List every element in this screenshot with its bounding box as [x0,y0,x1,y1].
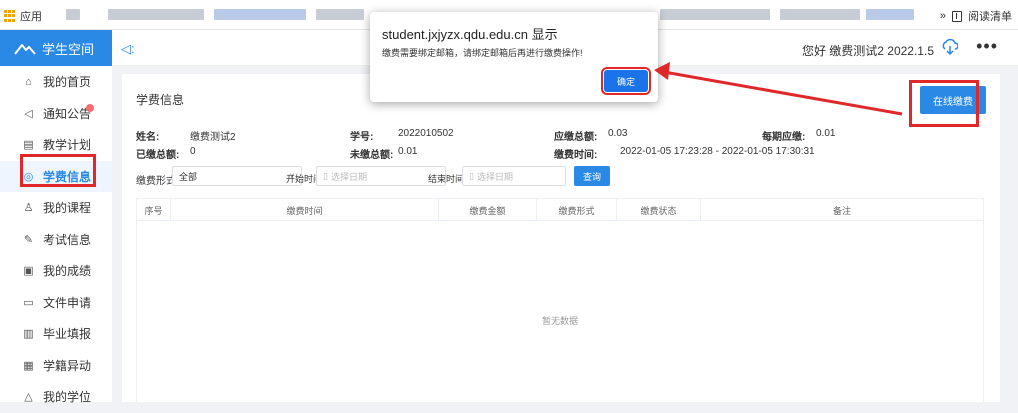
apps-label: 应用 [20,11,42,23]
payment-records-table: 序号 缴费时间 缴费金额 缴费形式 缴费状态 备注 暂无数据 [136,198,984,402]
plan-icon: ▤ [23,139,34,152]
student-id-label: 学号: [350,132,374,143]
calendar-icon: ▯ [469,170,474,181]
column-header: 备注 [832,205,851,216]
alert-dialog: student.jxjyzx.qdu.edu.cn 显示 缴费需要绑定邮箱，请绑… [370,12,658,102]
column-header: 缴费形式 [537,199,617,221]
user-greeting[interactable]: 您好 缴费测试2 2022.1.5 [802,42,934,59]
student-id-value: 2022010502 [398,128,454,139]
bookmark-item[interactable] [866,9,914,20]
name-value: 缴费测试2 [190,132,236,143]
dialog-host-title: student.jxjyzx.qdu.edu.cn 显示 [382,27,558,42]
apps-shortcut[interactable]: 应用 [4,8,42,24]
score-icon: ▣ [23,265,34,278]
total-due-value: 0.03 [608,128,628,139]
end-date-placeholder: 选择日期 [476,171,513,182]
menu-collapse-icon[interactable]: ◁: [121,41,135,57]
sidebar-item-label: 毕业填报 [43,327,92,342]
sidebar-item-graduation[interactable]: ▥ 毕业填报 [0,318,112,350]
sidebar-item-home[interactable]: ⌂ 我的首页 [0,66,112,98]
sidebar-item-status[interactable]: ▦ 学籍异动 [0,350,112,382]
payment-time-value: 2022-01-05 17:23:28 - 2022-01-05 17:30:3… [620,146,815,157]
exam-icon: ✎ [23,233,34,246]
column-header: 序号 [137,199,171,221]
bookmark-item[interactable] [66,9,80,20]
total-due-label: 应缴总额: [554,132,598,143]
home-icon: ⌂ [25,75,32,88]
sidebar-highlight-box [20,154,96,187]
bookmark-item[interactable] [108,9,204,20]
apps-grid-icon [4,10,16,22]
column-header: 缴费时间 [171,199,439,221]
sidebar-item-label: 学籍异动 [43,358,92,373]
per-period-label: 每期应缴: [762,132,806,143]
reading-list-label[interactable]: 阅读清单 [968,8,1012,24]
notification-badge [86,103,94,112]
end-time-label: 结束时间 [428,174,465,184]
end-date-input[interactable]: ▯ 选择日期 [462,166,566,186]
person-icon: ♙ [23,202,34,215]
pay-button-highlight-box [909,80,979,127]
degree-icon: △ [24,391,33,404]
dialog-message: 缴费需要绑定邮箱，请绑定邮箱后再进行缴费操作! [382,48,583,58]
fee-info-card: 学费信息 在线缴费 姓名: 缴费测试2 学号: 2022010502 应缴总额:… [122,74,1000,402]
sidebar-item-label: 我的学位 [43,390,92,405]
query-button[interactable]: 查询 [574,166,610,186]
logo-text: 学生空间 [42,41,95,57]
calendar-icon: ▯ [323,170,328,181]
form-icon: ▥ [23,328,34,341]
payment-type-select[interactable]: 全部 ∨ [172,166,302,186]
bookmark-item[interactable] [660,9,770,20]
start-date-placeholder: 选择日期 [330,171,367,182]
bookmarks-overflow-chevron[interactable]: » [940,10,946,22]
reading-list-icon [952,10,962,22]
sidebar-item-degree[interactable]: △ 我的学位 [0,381,112,413]
name-label: 姓名: [136,132,160,143]
sidebar-item-exams[interactable]: ✎ 考试信息 [0,224,112,256]
speaker-icon: ◁ [24,107,33,120]
bookmark-item[interactable] [316,9,364,20]
sidebar-item-notices[interactable]: ◁ 通知公告 [0,98,112,130]
sidebar-item-label: 我的首页 [43,75,92,90]
more-options-icon[interactable]: ••• [976,36,998,57]
bookmark-item[interactable] [214,9,306,20]
sidebar-item-label: 考试信息 [43,232,92,247]
sidebar-item-files[interactable]: ▭ 文件申请 [0,287,112,319]
sidebar-item-label: 我的成绩 [43,264,92,279]
payment-type-value: 全部 [179,171,198,182]
dialog-ok-button[interactable]: 确定 [601,67,651,95]
payment-type-label: 缴费形式 [136,176,176,187]
total-unpaid-value: 0.01 [398,146,418,157]
payment-time-label: 缴费时间: [554,150,598,161]
table-header: 序号 缴费时间 缴费金额 缴费形式 缴费状态 备注 [137,199,983,221]
sidebar: 学生空间 ⌂ 我的首页 ◁ 通知公告 ▤ 教学计划 ◎ 学费信息 ♙ 我的课程 … [0,30,112,404]
bookmark-item[interactable] [780,9,860,20]
empty-state-text: 暂无数据 [541,316,578,326]
logo-bar[interactable]: 学生空间 [0,30,112,66]
record-icon: ▦ [23,359,34,372]
sidebar-item-scores[interactable]: ▣ 我的成绩 [0,255,112,287]
total-paid-label: 已缴总额: [136,150,180,161]
page-title: 学费信息 [136,93,185,107]
start-date-input[interactable]: ▯ 选择日期 [316,166,446,186]
total-paid-value: 0 [190,146,196,157]
total-unpaid-label: 未缴总额: [350,150,394,161]
sidebar-item-label: 通知公告 [43,106,92,121]
folder-icon: ▭ [23,296,34,309]
column-header: 缴费金额 [439,199,537,221]
sidebar-item-label: 文件申请 [43,295,92,310]
per-period-value: 0.01 [816,128,836,139]
column-header: 缴费状态 [617,199,701,221]
cloud-download-icon[interactable] [942,38,958,56]
sidebar-item-label: 教学计划 [43,138,92,153]
sidebar-item-courses[interactable]: ♙ 我的课程 [0,192,112,224]
sidebar-item-label: 我的课程 [43,201,92,216]
mountain-logo-icon [14,44,36,55]
